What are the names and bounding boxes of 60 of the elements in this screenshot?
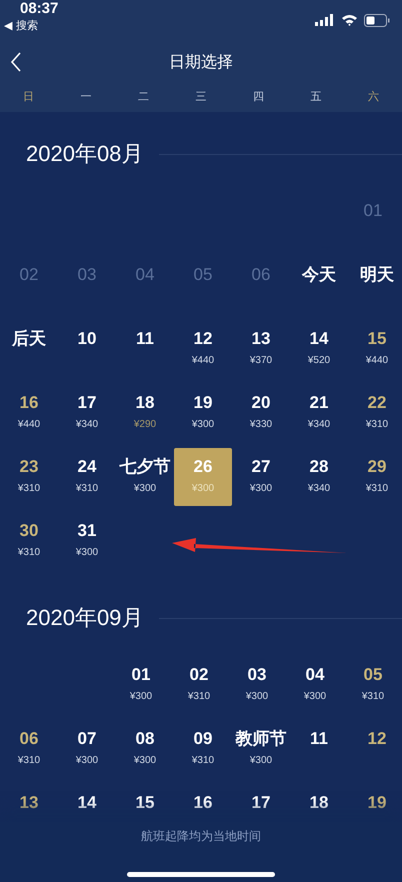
date-cell[interactable]: 18: [290, 784, 348, 822]
date-cell[interactable]: 18 ¥290: [116, 384, 174, 442]
date-cell[interactable]: 23 ¥310: [0, 448, 58, 506]
date-cell[interactable]: 08 ¥300: [116, 720, 174, 778]
weekday-label: 六: [366, 88, 380, 104]
date-cell[interactable]: 02 ¥310: [170, 656, 228, 714]
date-cell[interactable]: 明天: [348, 256, 402, 314]
weekday-label: 日: [22, 88, 36, 104]
back-to-app-link[interactable]: ◀ 搜索: [4, 18, 58, 33]
weekday-label: 四: [252, 88, 265, 104]
month-title: 2020年08月: [26, 140, 144, 168]
date-cell[interactable]: 21 ¥340: [290, 384, 348, 442]
month-title: 2020年09月: [26, 604, 144, 632]
date-cell[interactable]: 13 ¥370: [232, 320, 290, 378]
signal-icon: [315, 14, 335, 26]
date-cell[interactable]: 10: [58, 320, 116, 378]
date-cell[interactable]: 17: [232, 784, 290, 822]
date-cell[interactable]: 07 ¥300: [58, 720, 116, 778]
date-cell[interactable]: 30 ¥310: [0, 512, 58, 570]
date-cell[interactable]: 24 ¥310: [58, 448, 116, 506]
date-cell[interactable]: 19 ¥300: [174, 384, 232, 442]
date-cell[interactable]: 04 ¥300: [286, 656, 344, 714]
battery-icon: [364, 14, 390, 26]
date-cell[interactable]: 27 ¥300: [232, 448, 290, 506]
date-cell[interactable]: 11: [116, 320, 174, 378]
date-cell[interactable]: 15: [116, 784, 174, 822]
back-icon[interactable]: [10, 52, 22, 72]
date-cell[interactable]: 01 ¥300: [112, 656, 170, 714]
date-cell[interactable]: 09 ¥310: [174, 720, 232, 778]
date-cell[interactable]: 03 ¥300: [228, 656, 286, 714]
date-cell[interactable]: 22 ¥310: [348, 384, 402, 442]
date-cell[interactable]: 16: [174, 784, 232, 822]
weekday-label: 三: [194, 88, 208, 104]
date-cell[interactable]: 17 ¥340: [58, 384, 116, 442]
footer-note: 航班起降均为当地时间: [141, 828, 261, 845]
date-cell[interactable]: 12: [348, 720, 402, 778]
date-cell[interactable]: 31 ¥300: [58, 512, 116, 570]
date-cell[interactable]: 今天: [290, 256, 348, 314]
date-cell[interactable]: 29 ¥310: [348, 448, 402, 506]
date-cell[interactable]: 06 ¥310: [0, 720, 58, 778]
weekday-label: 一: [80, 88, 93, 104]
date-cell[interactable]: 11: [290, 720, 348, 778]
date-cell[interactable]: 20 ¥330: [232, 384, 290, 442]
page-title: 日期选择: [169, 52, 233, 72]
date-cell[interactable]: 05 ¥310: [344, 656, 402, 714]
weekday-label: 五: [309, 88, 322, 104]
wifi-icon: [341, 14, 358, 26]
date-cell[interactable]: 16 ¥440: [0, 384, 58, 442]
date-cell[interactable]: 14: [58, 784, 116, 822]
date-cell[interactable]: 教师节 ¥300: [232, 720, 290, 778]
date-cell[interactable]: 19: [348, 784, 402, 822]
date-cell[interactable]: 七夕节 ¥300: [116, 448, 174, 506]
date-cell[interactable]: 后天: [0, 320, 58, 378]
date-cell[interactable]: 28 ¥340: [290, 448, 348, 506]
weekday-label: 二: [137, 88, 150, 104]
date-cell[interactable]: 13: [0, 784, 58, 822]
date-cell[interactable]: 12 ¥440: [174, 320, 232, 378]
date-cell[interactable]: 14 ¥520: [290, 320, 348, 378]
date-cell[interactable]: 15 ¥440: [348, 320, 402, 378]
status-time: 08:37: [19, 0, 58, 18]
